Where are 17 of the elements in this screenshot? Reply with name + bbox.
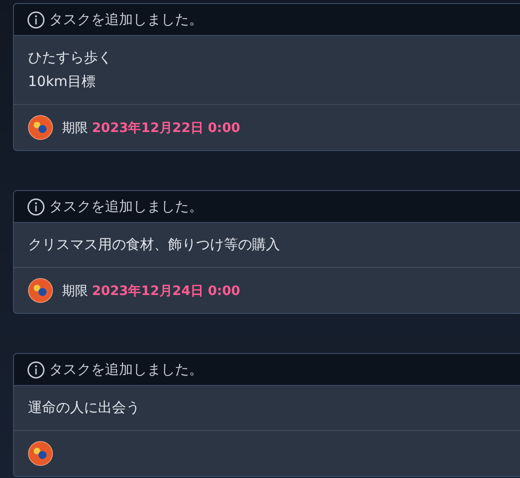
logo-icon (28, 278, 53, 303)
due-date: 2023年12月22日 0:00 (92, 120, 240, 136)
logo-icon (28, 115, 53, 140)
due-date: 2023年12月24日 0:00 (92, 282, 240, 300)
logo-icon (28, 441, 53, 466)
notification-title: タスクを追加しました。 (49, 10, 203, 28)
due-label: 期限 (62, 282, 88, 300)
task-text: 10km目標 (28, 73, 97, 92)
due-label: 期限 (62, 120, 88, 136)
task-text: ひたすら歩く (28, 49, 113, 68)
task-text: 運命の人に出会う (28, 399, 141, 418)
info-icon (27, 198, 45, 216)
task-text: クリスマス用の食材、飾りつけ等の購入 (28, 236, 281, 255)
notification-title: タスクを追加しました。 (49, 360, 203, 378)
info-icon (27, 360, 45, 378)
info-icon (27, 10, 45, 28)
notification-title: タスクを追加しました。 (49, 198, 203, 216)
